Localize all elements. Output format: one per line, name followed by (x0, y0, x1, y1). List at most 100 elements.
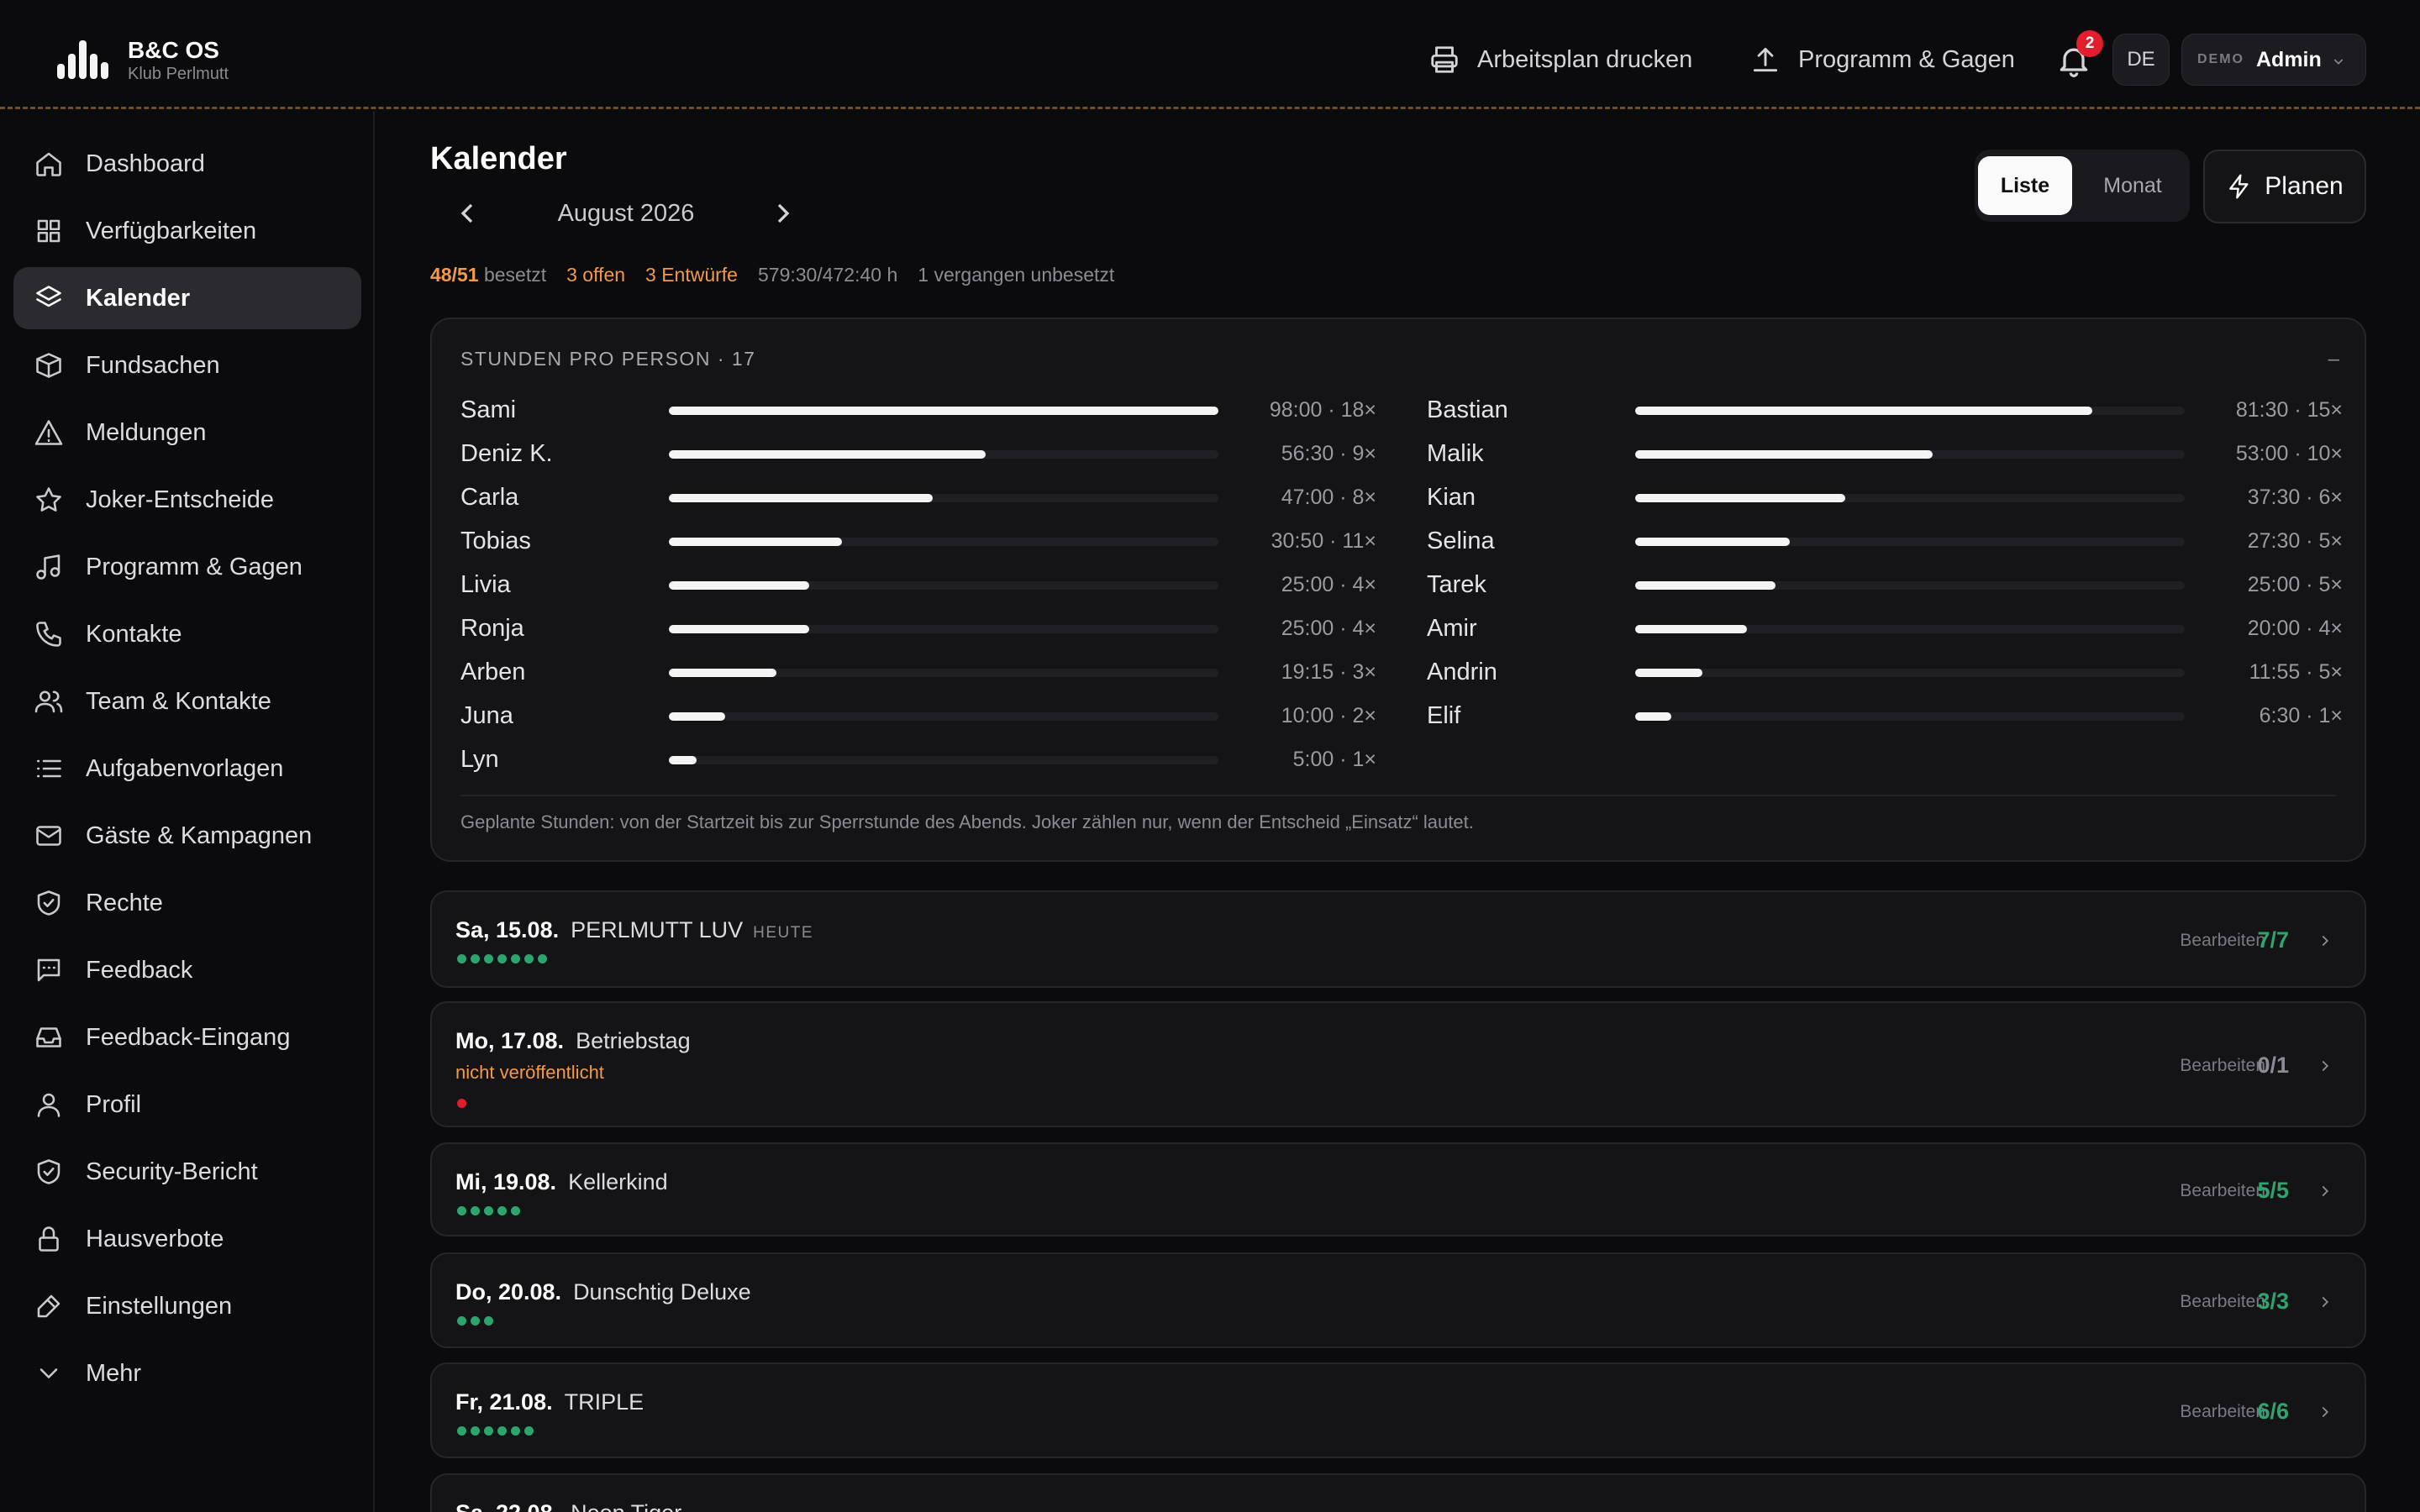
person-hours-row: Amir 20:00 · 4× (1427, 612, 2343, 645)
shift-filled-dot (457, 1426, 466, 1436)
shift-filled-dot (471, 1206, 480, 1215)
chevron-right-icon[interactable] (2316, 1293, 2334, 1311)
person-hours-value: 5:00 · 1× (1292, 748, 1376, 771)
language-switch[interactable]: DE (2112, 34, 2170, 86)
shift-filled-dot (511, 1206, 520, 1215)
sidebar-item-verfügbarkeiten[interactable]: Verfügbarkeiten (13, 200, 361, 262)
upload-icon (1753, 47, 1778, 72)
sidebar-item-label: Joker-Entscheide (86, 486, 275, 513)
sidebar-item-team-kontakte[interactable]: Team & Kontakte (13, 670, 361, 732)
hours-bar-fill (669, 756, 697, 764)
sidebar-item-feedback[interactable]: Feedback (13, 939, 361, 1001)
event-date-text: Sa, 15.08. (455, 917, 560, 942)
event-name: Dunschtig Deluxe (573, 1279, 751, 1305)
sidebar-item-joker-entscheide[interactable]: Joker-Entscheide (13, 469, 361, 531)
sidebar-item-rechte[interactable]: Rechte (13, 872, 361, 934)
sidebar-item-kontakte[interactable]: Kontakte (13, 603, 361, 665)
hours-bar-fill (669, 450, 986, 459)
sidebar-item-dashboard[interactable]: Dashboard (13, 133, 361, 195)
collapse-button[interactable]: – (2328, 348, 2339, 371)
user-name: Admin (2256, 47, 2322, 71)
shift-filled-dot (497, 1426, 507, 1436)
program-fees-button[interactable]: Programm & Gagen (1749, 39, 2015, 81)
edit-button[interactable]: Bearbeiten (2180, 1056, 2265, 1076)
sidebar-item-mehr[interactable]: Mehr (13, 1342, 361, 1404)
sidebar-item-meldungen[interactable]: Meldungen (13, 402, 361, 464)
user-menu[interactable]: DEMO Admin (2181, 34, 2366, 86)
sidebar-item-fundsachen[interactable]: Fundsachen (13, 334, 361, 396)
event-date-text: Do, 20.08. (455, 1279, 562, 1305)
shift-filled-dot (457, 1316, 466, 1326)
divider (460, 795, 2336, 796)
sidebar-item-profil[interactable]: Profil (13, 1074, 361, 1136)
person-hours-row: Juna 10:00 · 2× (460, 699, 1376, 732)
staffing-count: 3/3 (2257, 1289, 2289, 1314)
hours-bar-track (1635, 407, 2185, 415)
hours-bar-track (669, 756, 1218, 764)
shift-dots (457, 954, 551, 963)
event-name: TRIPLE (564, 1389, 644, 1415)
sidebar-item-hausverbote[interactable]: Hausverbote (13, 1208, 361, 1270)
sidebar-item-programm-gagen[interactable]: Programm & Gagen (13, 536, 361, 598)
hours-bar-track (669, 712, 1218, 721)
person-hours-row: Deniz K. 56:30 · 9× (460, 437, 1376, 470)
sidebar-item-label: Mehr (86, 1359, 142, 1387)
print-schedule-button[interactable]: Arbeitsplan drucken (1428, 39, 1692, 81)
view-month-button[interactable]: Monat (2079, 156, 2186, 215)
event-date-text: Fr, 21.08. (455, 1389, 553, 1415)
event-date-text: Sa, 22.08. (455, 1500, 559, 1512)
person-hours-row: Ronja 25:00 · 4× (460, 612, 1376, 645)
chevron-right-icon[interactable] (2316, 1057, 2334, 1075)
staffing-count: 0/1 (2257, 1053, 2289, 1078)
sidebar: Dashboard Verfügbarkeiten Kalender Fundsach… (0, 111, 375, 1512)
sidebar-item-security-bericht[interactable]: Security-Bericht (13, 1141, 361, 1203)
hours-note: Geplante Stunden: von der Startzeit bis … (460, 811, 1474, 832)
sidebar-item-label: Kalender (86, 284, 191, 312)
shift-dots (457, 1426, 538, 1436)
sidebar-item-einstellungen[interactable]: Einstellungen (13, 1275, 361, 1337)
event-row[interactable]: Mo, 17.08. Betriebstag nicht veröffentlich… (430, 1001, 2366, 1127)
sidebar-item-aufgabenvorlagen[interactable]: Aufgabenvorlagen (13, 738, 361, 800)
hours-card-title: STUNDEN PRO PERSON · 17 (460, 348, 756, 370)
sidebar-item-feedback-eingang[interactable]: Feedback-Eingang (13, 1006, 361, 1068)
edit-button[interactable]: Bearbeiten (2180, 1292, 2265, 1312)
home-icon (36, 152, 61, 176)
event-date: Sa, 22.08. Neon Tiger (455, 1500, 681, 1512)
event-row[interactable]: Mi, 19.08. Kellerkind Bearbeiten 5/5 (430, 1142, 2366, 1236)
person-hours-value: 81:30 · 15× (2235, 398, 2343, 422)
event-row[interactable]: Fr, 21.08. TRIPLE Bearbeiten 6/6 (430, 1362, 2366, 1458)
person-hours-row: Andrin 11:55 · 5× (1427, 655, 2343, 689)
event-row[interactable]: Do, 20.08. Dunschtig Deluxe Bearbeiten 3/3 (430, 1252, 2366, 1348)
chevron-right-icon[interactable] (2316, 932, 2334, 950)
person-name: Deniz K. (460, 440, 553, 467)
person-hours-value: 25:00 · 5× (2247, 573, 2343, 596)
brand[interactable]: B&C OS Klub Perlmutt (55, 37, 229, 84)
sidebar-item-label: Hausverbote (86, 1225, 224, 1252)
plan-button[interactable]: Planen (2203, 150, 2366, 223)
lock-icon (39, 1226, 59, 1252)
chevron-right-icon[interactable] (2316, 1403, 2334, 1421)
view-list-button[interactable]: Liste (1978, 156, 2072, 215)
person-hours-row: Lyn 5:00 · 1× (460, 743, 1376, 776)
sidebar-item-kalender[interactable]: Kalender (13, 267, 361, 329)
event-date-text: Mo, 17.08. (455, 1028, 565, 1053)
hours-bar-track (1635, 669, 2185, 677)
edit-button[interactable]: Bearbeiten (2180, 931, 2265, 951)
person-hours-row: Elif 6:30 · 1× (1427, 699, 2343, 732)
hours-bar-fill (1635, 450, 1933, 459)
hours-bar-fill (1635, 538, 1790, 546)
event-row[interactable]: Sa, 15.08. PERLMUTT LUV HEUTE Bearbeiten 7/7 (430, 890, 2366, 988)
event-row[interactable]: Sa, 22.08. Neon Tiger (430, 1473, 2366, 1512)
sidebar-item-gäste-kampagnen[interactable]: Gäste & Kampagnen (13, 805, 361, 867)
person-hours-row: Tarek 25:00 · 5× (1427, 568, 2343, 601)
chevron-right-icon[interactable] (2316, 1182, 2334, 1200)
grid-icon (37, 219, 60, 243)
edit-button[interactable]: Bearbeiten (2180, 1181, 2265, 1201)
warning-icon (34, 420, 63, 445)
event-date: Mo, 17.08. Betriebstag (455, 1028, 691, 1054)
plan-label: Planen (2265, 172, 2344, 200)
edit-button[interactable]: Bearbeiten (2180, 1402, 2265, 1422)
chevron-left-icon[interactable] (450, 197, 484, 230)
chevron-right-icon[interactable] (766, 197, 800, 230)
demo-tag: DEMO (2197, 52, 2244, 66)
